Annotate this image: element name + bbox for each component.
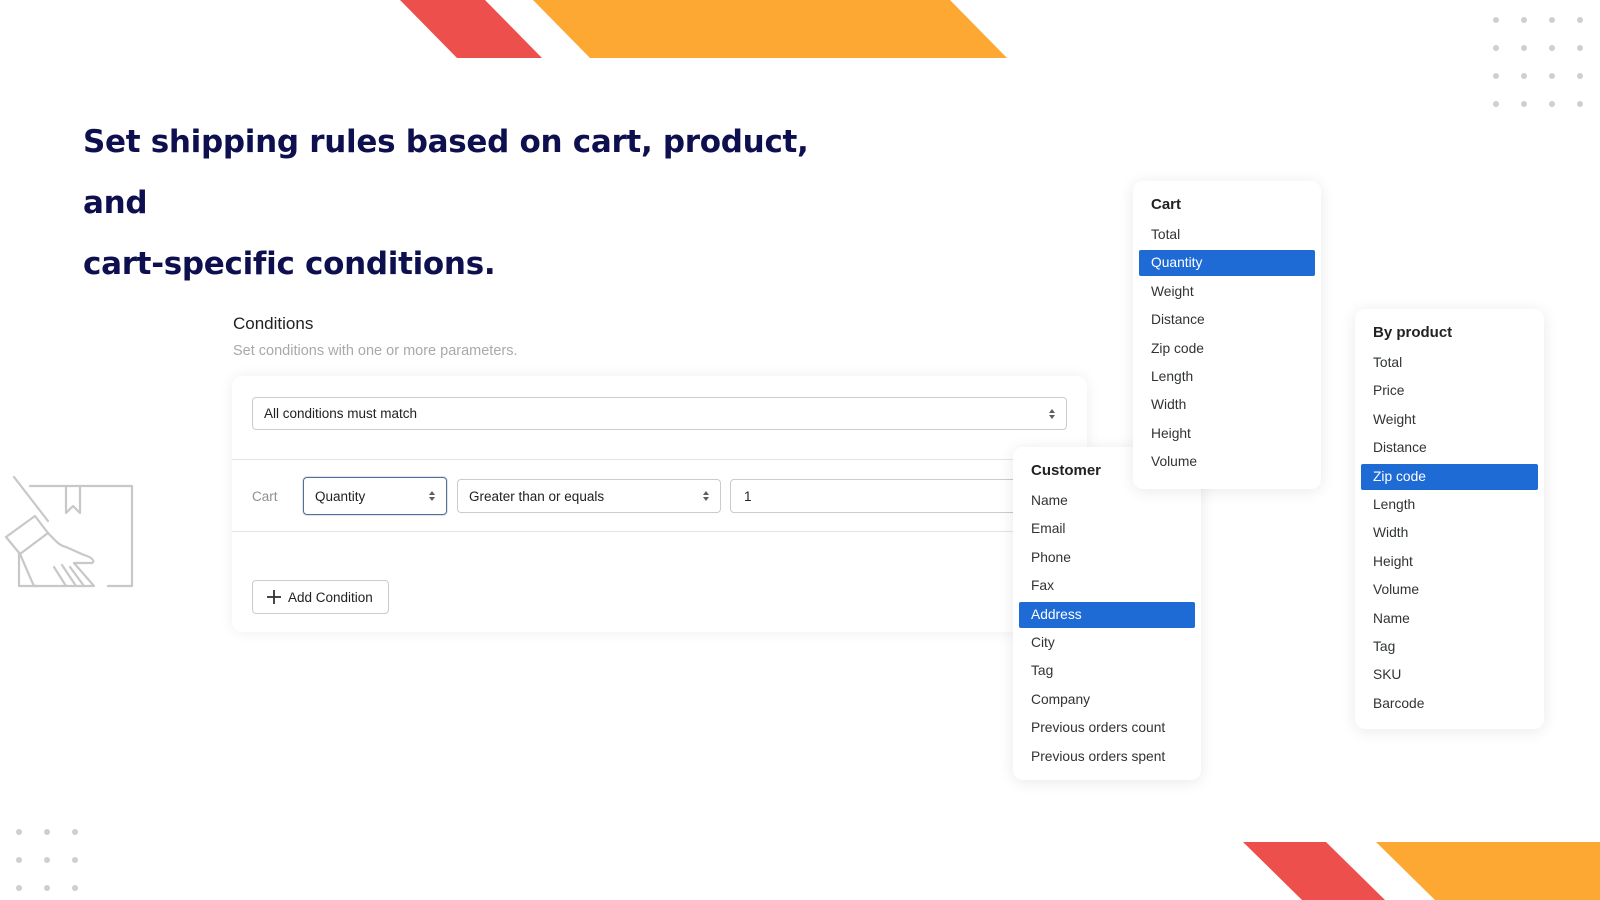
option-item[interactable]: Height <box>1361 548 1538 576</box>
option-item[interactable]: Previous orders spent <box>1019 743 1195 771</box>
conditions-card: All conditions must match Cart Quantity … <box>232 376 1087 632</box>
option-item[interactable]: Company <box>1019 686 1195 714</box>
headline-line-1: Set shipping rules based on cart, produc… <box>83 124 809 221</box>
dropdown-title: Cart <box>1151 196 1182 213</box>
option-item[interactable]: Name <box>1019 487 1195 515</box>
decor-orange-stripe <box>533 0 1007 58</box>
decor-red-stripe <box>1243 842 1385 900</box>
option-item[interactable]: Width <box>1139 391 1315 419</box>
condition-field-select[interactable]: Quantity <box>303 477 447 515</box>
add-condition-button[interactable]: Add Condition <box>252 580 389 614</box>
decor-red-stripe <box>400 0 542 58</box>
option-item[interactable]: Barcode <box>1361 690 1538 718</box>
option-item[interactable]: Phone <box>1019 544 1195 572</box>
headline-line-2: cart-specific conditions. <box>83 246 496 282</box>
condition-value-text: 1 <box>744 488 752 504</box>
option-item[interactable]: Distance <box>1139 306 1315 334</box>
option-item[interactable]: Distance <box>1361 434 1538 462</box>
condition-row-label: Cart <box>252 489 278 504</box>
option-item[interactable]: Email <box>1019 515 1195 543</box>
option-item[interactable]: Height <box>1139 420 1315 448</box>
option-list: Total Quantity Weight Distance Zip code Lengt… <box>1139 221 1315 477</box>
option-item[interactable]: Volume <box>1139 448 1315 476</box>
match-type-select[interactable]: All conditions must match <box>252 397 1067 430</box>
option-item[interactable]: Price <box>1361 377 1538 405</box>
decor-stripes-top <box>400 0 1007 58</box>
decor-dot-grid <box>1493 17 1583 107</box>
option-item[interactable]: Quantity <box>1139 250 1315 277</box>
option-item[interactable]: City <box>1019 629 1195 657</box>
select-arrows-icon <box>1049 408 1055 419</box>
plus-icon <box>267 590 281 604</box>
condition-operator-value: Greater than or equals <box>469 488 605 504</box>
option-item[interactable]: SKU <box>1361 661 1538 689</box>
conditions-subtitle: Set conditions with one or more paramete… <box>233 343 518 359</box>
decor-orange-stripe <box>1376 842 1600 900</box>
divider <box>232 531 1032 532</box>
customer-options-dropdown: Customer Name Email Phone Fax Address City Tag… <box>1013 447 1201 780</box>
cart-options-dropdown: Cart Total Quantity Weight Distance Zip code… <box>1133 181 1321 489</box>
condition-field-value: Quantity <box>315 488 366 504</box>
option-item[interactable]: Total <box>1139 221 1315 249</box>
option-item[interactable]: Length <box>1361 491 1538 519</box>
option-list: Total Price Weight Distance Zip code Length Wi… <box>1361 349 1538 718</box>
option-item[interactable]: Zip code <box>1361 463 1538 490</box>
add-condition-label: Add Condition <box>288 589 373 605</box>
condition-operator-select[interactable]: Greater than or equals <box>457 479 721 513</box>
dropdown-title: By product <box>1373 324 1453 341</box>
match-type-value: All conditions must match <box>264 406 418 421</box>
option-item[interactable]: Address <box>1019 601 1195 628</box>
product-options-dropdown: By product Total Price Weight Distance Zip c… <box>1355 309 1544 729</box>
option-item[interactable]: Previous orders count <box>1019 714 1195 742</box>
option-item[interactable]: Length <box>1139 363 1315 391</box>
option-item[interactable]: Tag <box>1361 633 1538 661</box>
select-arrows-icon <box>703 491 709 501</box>
option-item[interactable]: Name <box>1361 605 1538 633</box>
option-item[interactable]: Weight <box>1139 278 1315 306</box>
option-item[interactable]: Tag <box>1019 657 1195 685</box>
option-item[interactable]: Total <box>1361 349 1538 377</box>
option-item[interactable]: Volume <box>1361 576 1538 604</box>
decor-stripes-bottom <box>1243 842 1600 900</box>
package-delivery-icon <box>4 475 134 588</box>
select-arrows-icon <box>429 491 435 501</box>
option-item[interactable]: Zip code <box>1139 335 1315 363</box>
option-item[interactable]: Weight <box>1361 406 1538 434</box>
option-item[interactable]: Width <box>1361 519 1538 547</box>
conditions-title: Conditions <box>233 314 314 333</box>
divider <box>232 459 1032 460</box>
option-item[interactable]: Fax <box>1019 572 1195 600</box>
decor-dot-grid <box>16 829 78 891</box>
condition-value-input[interactable]: 1 <box>730 479 1030 513</box>
page-headline: Set shipping rules based on cart, produc… <box>83 112 883 295</box>
option-list: Name Email Phone Fax Address City Tag Company Pr… <box>1019 487 1195 771</box>
